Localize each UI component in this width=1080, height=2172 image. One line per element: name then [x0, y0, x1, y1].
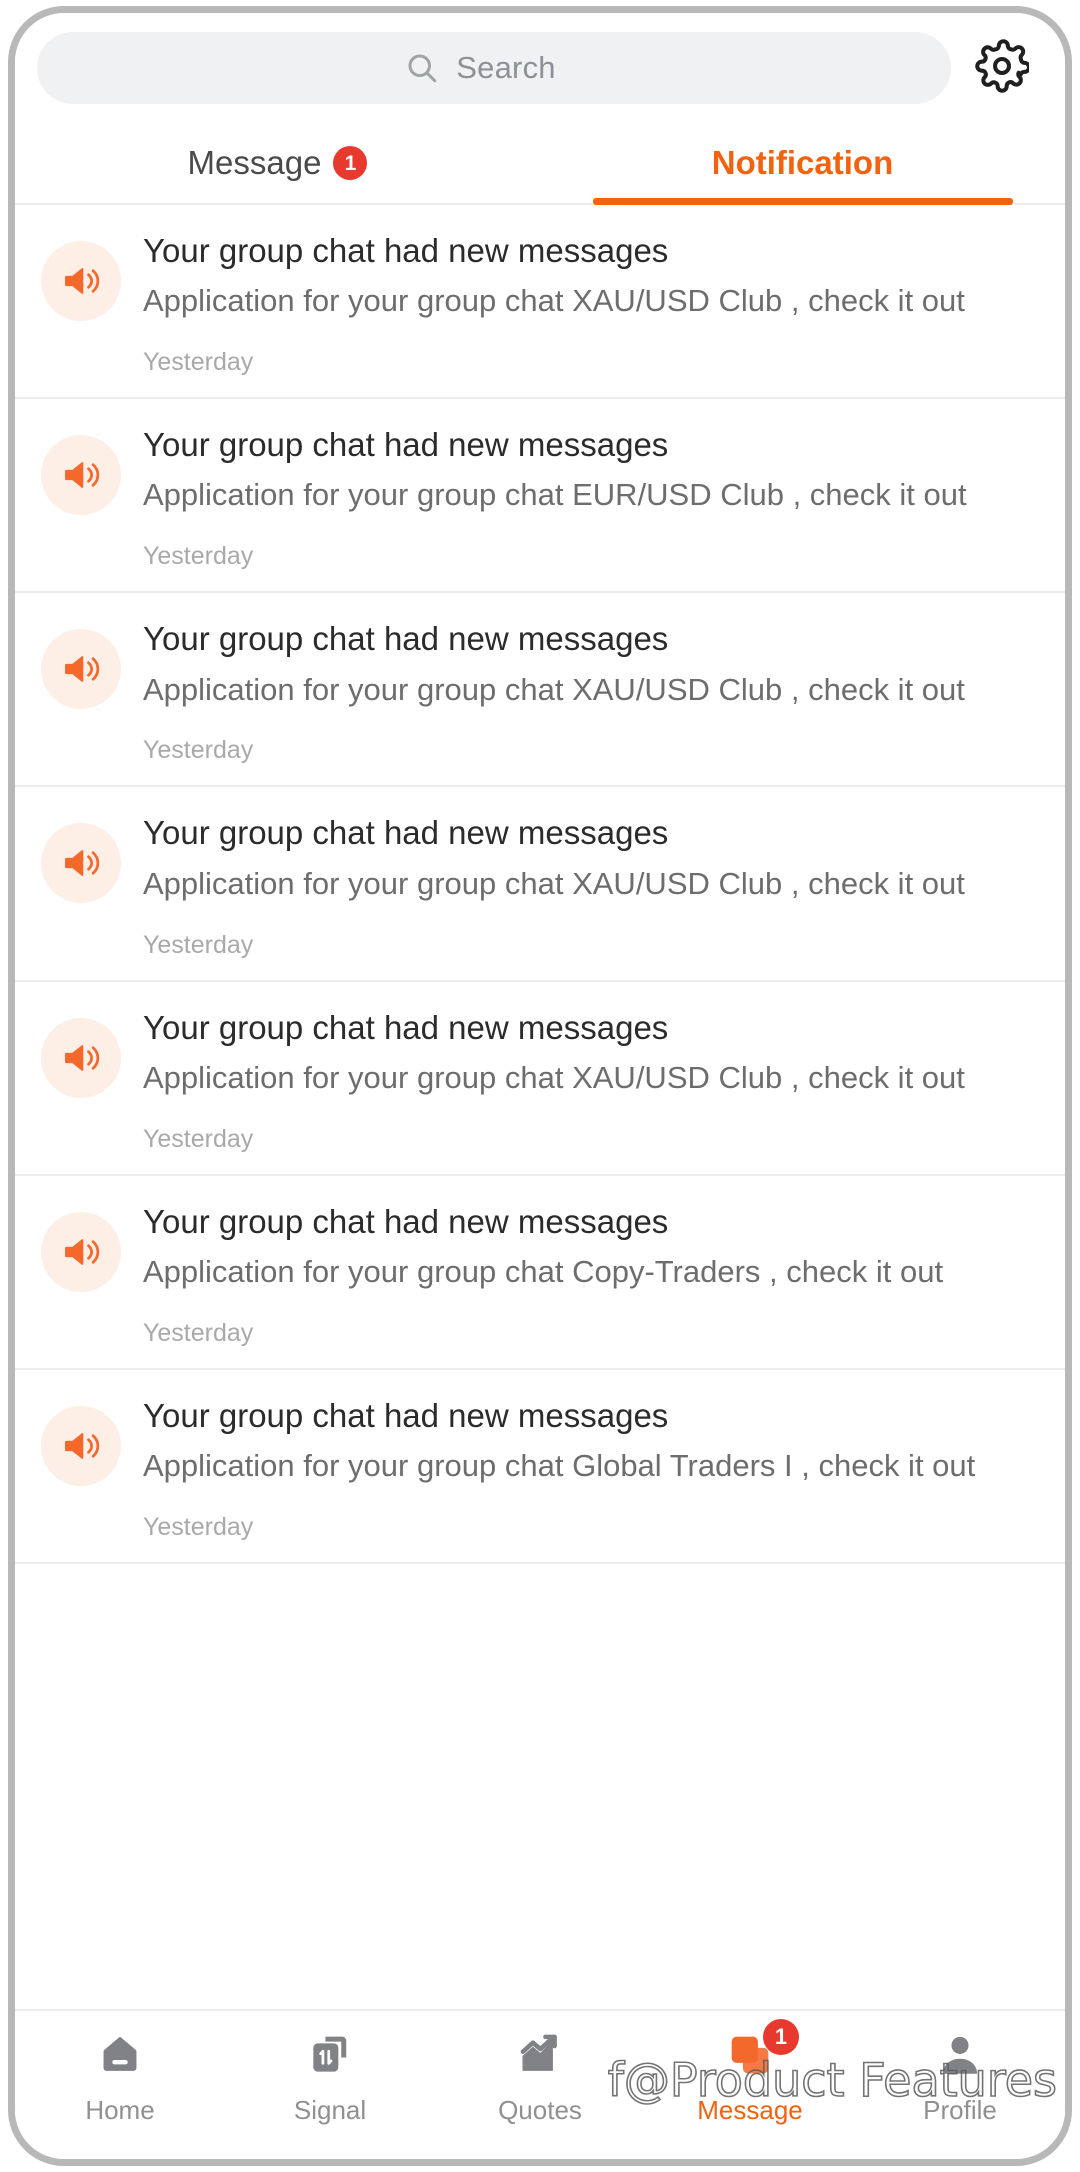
- notification-description: Application for your group chat EUR/USD …: [143, 477, 967, 513]
- notification-time: Yesterday: [143, 1124, 254, 1153]
- nav-badge: 1: [763, 2019, 799, 2055]
- notification-description: Application for your group chat XAU/USD …: [143, 865, 965, 901]
- notification-time: Yesterday: [143, 1513, 254, 1542]
- app-screen: Search Message 1 Notification Your group…: [15, 13, 1065, 2159]
- nav-label: Home: [85, 2095, 155, 2125]
- notification-title: Your group chat had new messages: [143, 426, 669, 464]
- speaker-icon: [41, 1017, 121, 1098]
- nav-item-quotes[interactable]: Quotes: [435, 2027, 645, 2126]
- nav-item-profile[interactable]: Profile: [855, 2027, 1065, 2126]
- gear-icon: [975, 38, 1031, 98]
- speaker-icon: [41, 1211, 121, 1292]
- notification-time: Yesterday: [143, 930, 254, 959]
- notification-time: Yesterday: [143, 1318, 254, 1347]
- notification-description: Application for your group chat Copy-Tra…: [143, 1254, 944, 1290]
- nav-item-home[interactable]: Home: [15, 2027, 225, 2126]
- settings-button[interactable]: [965, 38, 1039, 98]
- search-placeholder: Search: [456, 50, 556, 85]
- search-icon: [404, 50, 440, 86]
- tab-notification[interactable]: Notification: [540, 123, 1065, 205]
- notification-description: Application for your group chat XAU/USD …: [143, 671, 965, 707]
- quotes-icon: [515, 2027, 565, 2083]
- tab-bar: Message 1 Notification: [15, 123, 1065, 205]
- nav-item-message[interactable]: 1 Message: [645, 2019, 855, 2126]
- notification-time: Yesterday: [143, 542, 254, 571]
- nav-label: Profile: [923, 2095, 997, 2125]
- tab-underline: [592, 198, 1013, 205]
- notification-body: Your group chat had new messages Applicat…: [143, 1202, 1039, 1348]
- notification-body: Your group chat had new messages Applicat…: [143, 1008, 1039, 1154]
- speaker-icon: [41, 629, 121, 710]
- notification-item[interactable]: Your group chat had new messages Applicat…: [15, 982, 1065, 1176]
- notification-title: Your group chat had new messages: [143, 814, 669, 852]
- notification-body: Your group chat had new messages Applicat…: [143, 1396, 1039, 1542]
- notification-time: Yesterday: [143, 348, 254, 377]
- search-bar-row: Search: [15, 13, 1065, 123]
- notification-item[interactable]: Your group chat had new messages Applicat…: [15, 205, 1065, 400]
- notification-description: Application for your group chat Global T…: [143, 1448, 976, 1484]
- signal-icon: [305, 2027, 355, 2083]
- speaker-icon: [41, 823, 121, 904]
- tab-message-label: Message: [187, 144, 322, 181]
- notification-item[interactable]: Your group chat had new messages Applicat…: [15, 1176, 1065, 1370]
- message-icon: 1: [725, 2019, 799, 2083]
- tab-notification-label: Notification: [711, 144, 894, 181]
- profile-icon: [935, 2027, 985, 2083]
- nav-label: Quotes: [498, 2095, 582, 2125]
- notification-title: Your group chat had new messages: [143, 620, 669, 658]
- speaker-icon: [41, 1405, 121, 1486]
- nav-item-signal[interactable]: Signal: [225, 2027, 435, 2126]
- speaker-icon: [41, 241, 121, 321]
- notification-body: Your group chat had new messages Applicat…: [143, 619, 1039, 765]
- notification-body: Your group chat had new messages Applicat…: [143, 425, 1039, 571]
- notification-body: Your group chat had new messages Applicat…: [143, 231, 1039, 377]
- nav-label: Message: [697, 2095, 803, 2125]
- notification-description: Application for your group chat XAU/USD …: [143, 1059, 965, 1095]
- search-input[interactable]: Search: [37, 32, 951, 104]
- notification-list[interactable]: Your group chat had new messages Applicat…: [15, 205, 1065, 2009]
- notification-item[interactable]: Your group chat had new messages Applicat…: [15, 399, 1065, 594]
- home-icon: [95, 2027, 145, 2083]
- notification-title: Your group chat had new messages: [143, 1202, 669, 1240]
- notification-title: Your group chat had new messages: [143, 1396, 669, 1434]
- notification-item[interactable]: Your group chat had new messages Applicat…: [15, 1370, 1065, 1565]
- bottom-navigation: Home Signal Quotes 1 Message Profile: [15, 2009, 1065, 2159]
- notification-item[interactable]: Your group chat had new messages Applicat…: [15, 787, 1065, 982]
- notification-time: Yesterday: [143, 736, 254, 765]
- speaker-icon: [41, 435, 121, 516]
- phone-frame: Search Message 1 Notification Your group…: [8, 6, 1072, 2166]
- notification-item[interactable]: Your group chat had new messages Applicat…: [15, 593, 1065, 788]
- tab-message-badge: 1: [333, 146, 368, 180]
- notification-body: Your group chat had new messages Applicat…: [143, 813, 1039, 959]
- tab-message[interactable]: Message 1: [15, 123, 540, 203]
- notification-description: Application for your group chat XAU/USD …: [143, 283, 965, 319]
- notification-title: Your group chat had new messages: [143, 1008, 669, 1046]
- nav-label: Signal: [293, 2095, 367, 2125]
- notification-title: Your group chat had new messages: [143, 232, 669, 269]
